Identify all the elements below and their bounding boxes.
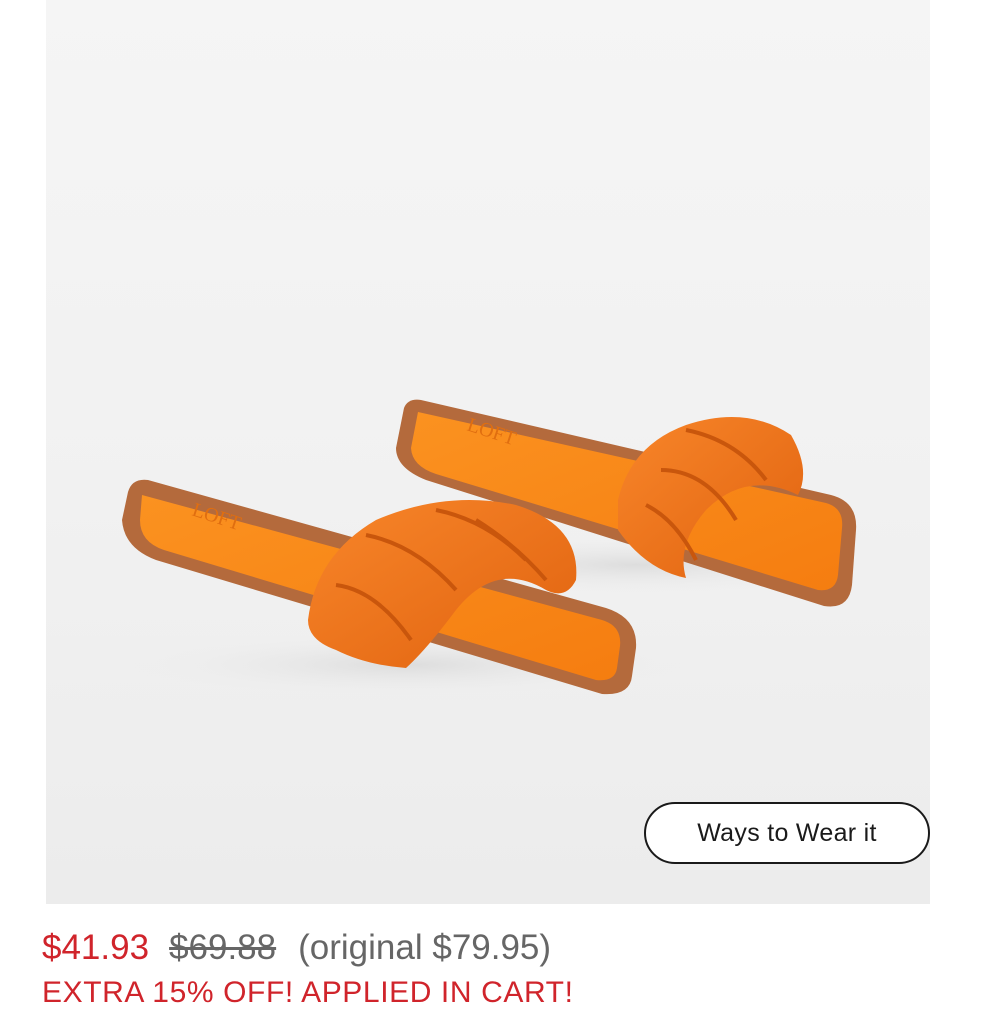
ways-to-wear-button[interactable]: Ways to Wear it bbox=[644, 802, 930, 864]
promo-message: EXTRA 15% OFF! APPLIED IN CART! bbox=[42, 976, 574, 1009]
original-price: (original $79.95) bbox=[298, 928, 552, 967]
product-image[interactable]: LOFT LOFT bbox=[46, 0, 930, 904]
sale-price: $41.93 bbox=[42, 928, 150, 967]
was-price: $69.88 bbox=[169, 928, 277, 967]
ways-to-wear-label: Ways to Wear it bbox=[697, 818, 877, 847]
price-row: $41.93 $69.88 (original $79.95) bbox=[42, 928, 551, 974]
sandals-illustration: LOFT LOFT bbox=[122, 399, 886, 697]
